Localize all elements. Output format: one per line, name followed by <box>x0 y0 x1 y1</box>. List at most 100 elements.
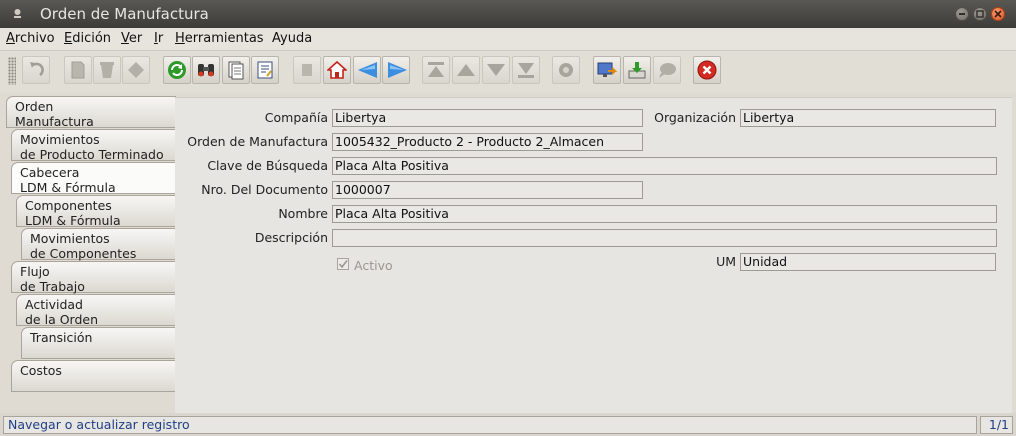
next-record-button[interactable] <box>482 56 510 84</box>
previous-tab-icon <box>358 62 377 78</box>
previous-record-icon <box>457 64 475 76</box>
manufacturing-order-label: Orden de Manufactura <box>187 134 328 149</box>
report-icon <box>257 61 273 79</box>
app-menu-icon[interactable] <box>13 8 22 19</box>
tab-label-line2: Manufactura <box>15 114 94 129</box>
chat-button[interactable] <box>653 56 681 84</box>
exit-icon <box>697 60 717 80</box>
delete-selection-icon <box>128 62 144 78</box>
tab-label-line2: de Producto Terminado <box>20 147 164 162</box>
tab-label-line1: Transición <box>30 330 93 345</box>
next-record-icon <box>487 64 505 76</box>
tab-cabecera-ldm-formula[interactable]: Cabecera LDM & Fórmula <box>11 162 176 195</box>
process-icon <box>559 63 573 77</box>
last-record-button[interactable] <box>512 56 540 84</box>
tab-label-line2: de Componentes <box>30 246 137 261</box>
tab-label-line1: Movimientos <box>30 231 110 246</box>
tab-componentes-ldm-formula[interactable]: Componentes LDM & Fórmula <box>16 195 176 228</box>
home-button[interactable] <box>323 56 351 84</box>
exit-button[interactable] <box>693 56 721 84</box>
checkmark-icon <box>338 260 348 269</box>
first-record-button[interactable] <box>422 56 450 84</box>
manufacturing-order-field[interactable]: 1005432_Producto 2 - Producto 2_Almacen <box>332 133 643 151</box>
menu-archivo[interactable]: Archivo <box>6 31 55 46</box>
tab-orden-manufactura[interactable]: Orden Manufactura <box>6 96 176 129</box>
tab-label-line1: Componentes <box>25 198 112 213</box>
active-label: Activo <box>354 258 393 273</box>
active-checkbox[interactable] <box>337 258 349 270</box>
close-icon <box>994 10 1002 18</box>
tab-actividad-orden[interactable]: Actividad de la Orden <box>16 294 176 327</box>
toolbar-grip[interactable] <box>8 57 16 85</box>
search-key-label: Clave de Búsqueda <box>207 158 328 173</box>
description-field[interactable] <box>332 229 997 247</box>
menu-edicion[interactable]: Edición <box>64 31 111 46</box>
export-icon <box>628 62 646 79</box>
tab-movimientos-producto-terminado[interactable]: Movimientos de Producto Terminado <box>11 129 176 162</box>
next-tab-icon <box>388 62 407 78</box>
next-tab-button[interactable] <box>382 56 410 84</box>
status-bar: Navegar o actualizar registro 1/1 <box>0 413 1016 436</box>
delete-selection-button[interactable] <box>122 56 150 84</box>
menu-herramientas[interactable]: Herramientas <box>175 31 264 46</box>
uom-field[interactable]: Unidad <box>740 253 996 271</box>
title-bar: Orden de Manufactura <box>0 0 1016 28</box>
tab-label-line1: Orden <box>15 99 54 114</box>
attachment-icon <box>302 64 312 76</box>
menu-ir[interactable]: Ir <box>154 31 163 46</box>
description-label: Descripción <box>254 230 328 245</box>
document-number-label: Nro. Del Documento <box>201 182 328 197</box>
tab-transicion[interactable]: Transición <box>21 327 176 359</box>
organization-label: Organización <box>654 110 736 125</box>
tab-movimientos-componentes[interactable]: Movimientos de Componentes <box>21 228 176 261</box>
tab-flujo-trabajo[interactable]: Flujo de Trabajo <box>11 261 176 294</box>
name-field[interactable]: Placa Alta Positiva <box>332 205 997 223</box>
uom-label: UM <box>716 254 736 269</box>
process-button[interactable] <box>552 56 580 84</box>
chat-icon <box>659 63 676 78</box>
refresh-icon <box>168 61 186 79</box>
minimize-icon <box>959 13 965 15</box>
company-label: Compañía <box>264 110 328 125</box>
tab-label-line2: de la Orden <box>25 312 99 327</box>
menu-ayuda[interactable]: Ayuda <box>272 31 312 46</box>
export-button[interactable] <box>623 56 651 84</box>
last-record-icon <box>518 63 534 78</box>
maximize-button[interactable] <box>973 7 987 21</box>
zoom-across-button[interactable] <box>593 56 621 84</box>
status-message: Navegar o actualizar registro <box>3 416 977 434</box>
attachment-button[interactable] <box>293 56 321 84</box>
undo-button[interactable] <box>22 56 50 84</box>
undo-icon <box>30 62 44 77</box>
close-window-button[interactable] <box>991 7 1005 21</box>
search-key-field[interactable]: Placa Alta Positiva <box>332 157 997 175</box>
find-icon <box>198 64 214 77</box>
maximize-icon <box>976 10 984 18</box>
company-field[interactable]: Libertya <box>332 109 643 127</box>
delete-button[interactable] <box>93 56 121 84</box>
minimize-button[interactable] <box>955 7 969 21</box>
new-record-button[interactable] <box>64 56 92 84</box>
menu-ver[interactable]: Ver <box>121 31 142 46</box>
history-button[interactable] <box>222 56 250 84</box>
report-button[interactable] <box>251 56 279 84</box>
document-number-field[interactable]: 1000007 <box>332 181 643 199</box>
tab-label-line1: Cabecera <box>20 165 80 180</box>
window-title: Orden de Manufactura <box>40 5 209 23</box>
first-record-icon <box>428 62 444 77</box>
history-icon <box>228 61 244 80</box>
tab-costos[interactable]: Costos <box>11 360 176 392</box>
refresh-button[interactable] <box>163 56 191 84</box>
previous-tab-button[interactable] <box>353 56 381 84</box>
organization-field[interactable]: Libertya <box>740 109 996 127</box>
home-icon <box>327 60 347 79</box>
tab-list: Orden Manufactura Movimientos de Product… <box>0 96 176 412</box>
find-button[interactable] <box>192 56 220 84</box>
tab-label-line1: Costos <box>20 363 62 378</box>
previous-record-button[interactable] <box>452 56 480 84</box>
tab-label-line1: Movimientos <box>20 132 100 147</box>
tab-label-line2: de Trabajo <box>20 279 85 294</box>
record-indicator[interactable]: 1/1 <box>980 416 1013 434</box>
tab-label-line1: Flujo <box>20 264 50 279</box>
name-label: Nombre <box>278 206 328 221</box>
